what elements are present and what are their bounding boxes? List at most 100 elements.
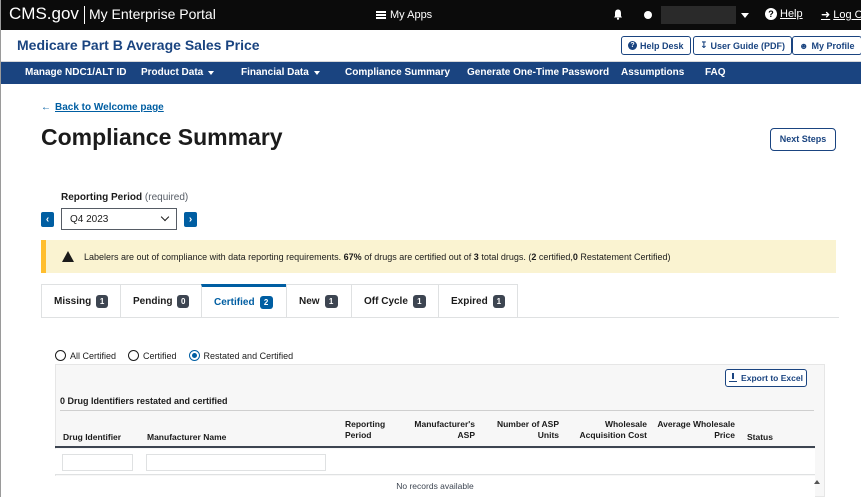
- person-icon: ☻: [799, 40, 809, 51]
- drug-identifier-filter-input[interactable]: [62, 454, 133, 471]
- logout-label: Log Out: [833, 8, 861, 21]
- app-title: Medicare Part B Average Sales Price: [17, 37, 260, 53]
- reporting-period-select[interactable]: Q4 2023: [61, 208, 177, 230]
- user-guide-label: User Guide (PDF): [710, 40, 786, 51]
- back-link-label: Back to Welcome page: [55, 102, 164, 113]
- nav-assumptions[interactable]: Assumptions: [621, 67, 684, 78]
- col-label-line: Reporting: [345, 419, 386, 429]
- scroll-up-arrow-icon[interactable]: [814, 480, 820, 484]
- alert-text: Labelers are out of compliance with data…: [84, 252, 670, 262]
- bell-icon[interactable]: [613, 9, 623, 20]
- col-drug-identifier[interactable]: Drug Identifier: [63, 432, 121, 443]
- help-desk-button[interactable]: ? Help Desk: [621, 36, 691, 55]
- table-filter-row: [55, 449, 815, 475]
- radio-button[interactable]: [55, 350, 66, 361]
- col-label-line: Manufacturer's: [414, 419, 475, 429]
- radio-label: Certified: [143, 350, 177, 361]
- chevron-down-icon: [208, 70, 215, 75]
- app-header: Medicare Part B Average Sales Price ? He…: [1, 30, 861, 62]
- tab-pending[interactable]: Pending 0: [120, 284, 202, 318]
- export-to-excel-button[interactable]: Export to Excel: [725, 369, 807, 387]
- nav-product-data[interactable]: Product Data: [141, 67, 215, 78]
- download-icon: ↧: [700, 40, 708, 50]
- tab-divider: [41, 317, 839, 318]
- status-tabs: Missing 1 Pending 0 Certified 2 New 1 Of…: [41, 284, 518, 318]
- next-period-button[interactable]: ›: [184, 212, 197, 227]
- user-name-redacted[interactable]: [661, 6, 736, 24]
- help-link[interactable]: ? Help: [765, 8, 803, 20]
- col-average-wholesale-price[interactable]: Average Wholesale Price: [655, 419, 735, 441]
- manufacturer-name-filter-input[interactable]: [146, 454, 326, 471]
- back-link[interactable]: ← Back to Welcome page: [41, 102, 164, 113]
- col-asp-units[interactable]: Number of ASP Units: [495, 419, 559, 441]
- radio-certified[interactable]: Certified: [128, 350, 177, 361]
- my-profile-label: My Profile: [811, 40, 855, 51]
- tab-missing[interactable]: Missing 1: [41, 284, 121, 318]
- arrow-left-icon: ←: [41, 102, 51, 113]
- tab-label: Expired: [451, 296, 488, 307]
- previous-period-button[interactable]: ‹: [41, 212, 54, 227]
- nav-manage-ndc[interactable]: Manage NDC1/ALT ID: [25, 67, 127, 78]
- tab-label: Certified: [214, 297, 255, 308]
- certification-filter: All Certified Certified Restated and Cer…: [55, 350, 293, 361]
- logout-link[interactable]: ➜ Log Out: [821, 8, 861, 22]
- menu-icon: [376, 11, 386, 19]
- nav-label: FAQ: [705, 67, 726, 78]
- tab-label: Off Cycle: [364, 296, 408, 307]
- tab-new[interactable]: New 1: [286, 284, 352, 318]
- col-label-line: Price: [714, 430, 735, 440]
- next-steps-button[interactable]: Next Steps: [770, 128, 836, 151]
- col-status[interactable]: Status: [747, 432, 773, 443]
- nav-generate-otp[interactable]: Generate One-Time Password: [467, 67, 609, 78]
- col-manufacturer-asp[interactable]: Manufacturer's ASP: [410, 419, 475, 441]
- nav-financial-data[interactable]: Financial Data: [241, 67, 320, 78]
- chevron-down-icon: [160, 212, 170, 222]
- alert-text-part: of drugs are certified out of: [364, 251, 472, 262]
- nav-label: Manage NDC1/ALT ID: [25, 67, 127, 78]
- tab-certified[interactable]: Certified 2: [201, 284, 287, 318]
- reporting-period-value: Q4 2023: [70, 214, 109, 225]
- tab-off-cycle[interactable]: Off Cycle 1: [351, 284, 439, 318]
- radio-button[interactable]: [128, 350, 140, 361]
- user-menu-caret-icon[interactable]: [741, 13, 749, 18]
- radio-restated-certified[interactable]: Restated and Certified: [188, 350, 294, 361]
- chevron-down-icon: [313, 70, 320, 75]
- col-label-line: Number of ASP: [496, 419, 559, 429]
- col-label-line: Period: [345, 430, 372, 440]
- tab-count-badge: 1: [324, 295, 338, 308]
- page-title: Compliance Summary: [41, 124, 283, 150]
- nav-compliance-summary[interactable]: Compliance Summary: [345, 67, 450, 78]
- cms-logo[interactable]: CMS.gov: [9, 4, 79, 24]
- col-manufacturer-name[interactable]: Manufacturer Name: [147, 432, 226, 443]
- user-avatar-icon[interactable]: [644, 11, 652, 19]
- question-icon: ?: [765, 8, 777, 20]
- question-icon: ?: [628, 41, 637, 50]
- my-profile-button[interactable]: ☻ My Profile: [792, 36, 861, 55]
- alert-text-part: certified,: [538, 251, 573, 262]
- app-frame: CMS.gov My Enterprise Portal My Apps ? H…: [0, 0, 861, 497]
- col-label-line: ASP: [457, 430, 475, 440]
- tab-count-badge: 2: [259, 296, 273, 309]
- col-label-line: Units: [537, 430, 559, 440]
- tab-expired[interactable]: Expired 1: [438, 284, 518, 318]
- col-wholesale-acquisition-cost[interactable]: Wholesale Acquisition Cost: [575, 419, 647, 441]
- col-label-line: Average Wholesale: [657, 419, 735, 429]
- col-reporting-period[interactable]: Reporting Period: [345, 419, 385, 441]
- tab-label: New: [299, 296, 320, 307]
- my-apps-button[interactable]: My Apps: [376, 9, 432, 21]
- alert-restated-count: 0: [572, 251, 578, 262]
- download-icon: [729, 373, 738, 382]
- radio-button-selected[interactable]: [188, 350, 200, 361]
- col-label-line: Acquisition Cost: [579, 430, 647, 440]
- warning-icon: [62, 251, 74, 262]
- radio-label: Restated and Certified: [203, 350, 294, 361]
- nav-label: Product Data: [141, 67, 204, 78]
- radio-all-certified[interactable]: All Certified: [55, 350, 116, 361]
- export-label: Export to Excel: [741, 373, 803, 383]
- nav-faq[interactable]: FAQ: [705, 67, 726, 78]
- user-guide-button[interactable]: ↧ User Guide (PDF): [693, 36, 793, 55]
- table-summary: 0 Drug Identifiers restated and certifie…: [60, 394, 814, 411]
- col-label-line: Wholesale: [604, 419, 647, 429]
- alert-percent: 67%: [343, 251, 362, 262]
- nav-label: Compliance Summary: [345, 67, 451, 78]
